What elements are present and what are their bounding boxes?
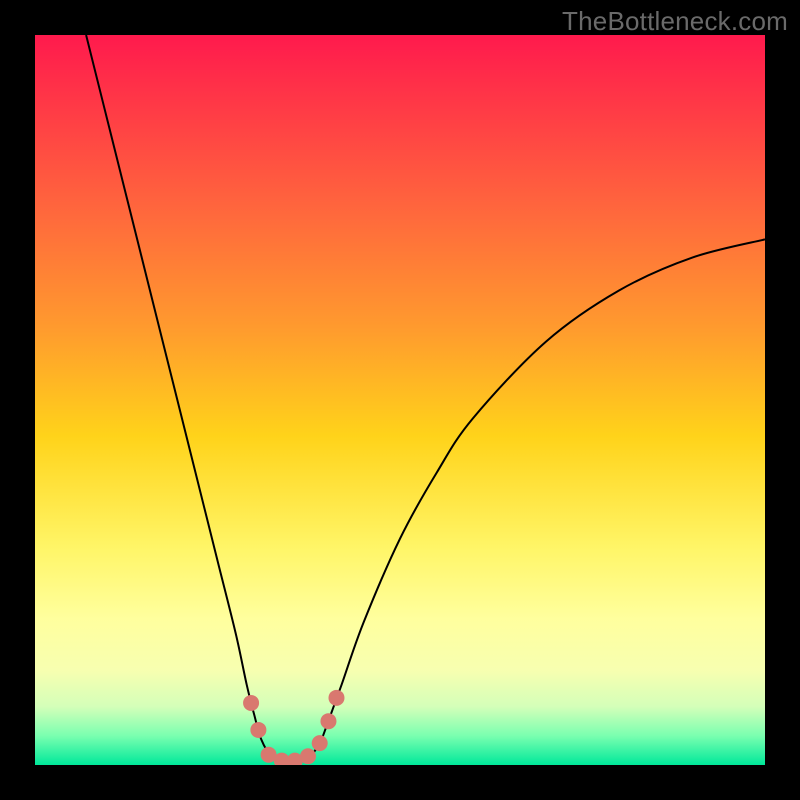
gradient-background	[35, 35, 765, 765]
trough-marker	[312, 735, 328, 751]
trough-marker	[300, 748, 316, 764]
trough-marker	[250, 722, 266, 738]
plot-area	[35, 35, 765, 765]
trough-marker	[320, 713, 336, 729]
chart-frame: TheBottleneck.com	[0, 0, 800, 800]
trough-marker	[328, 690, 344, 706]
watermark-text: TheBottleneck.com	[562, 6, 788, 37]
bottleneck-chart	[35, 35, 765, 765]
trough-marker	[243, 695, 259, 711]
